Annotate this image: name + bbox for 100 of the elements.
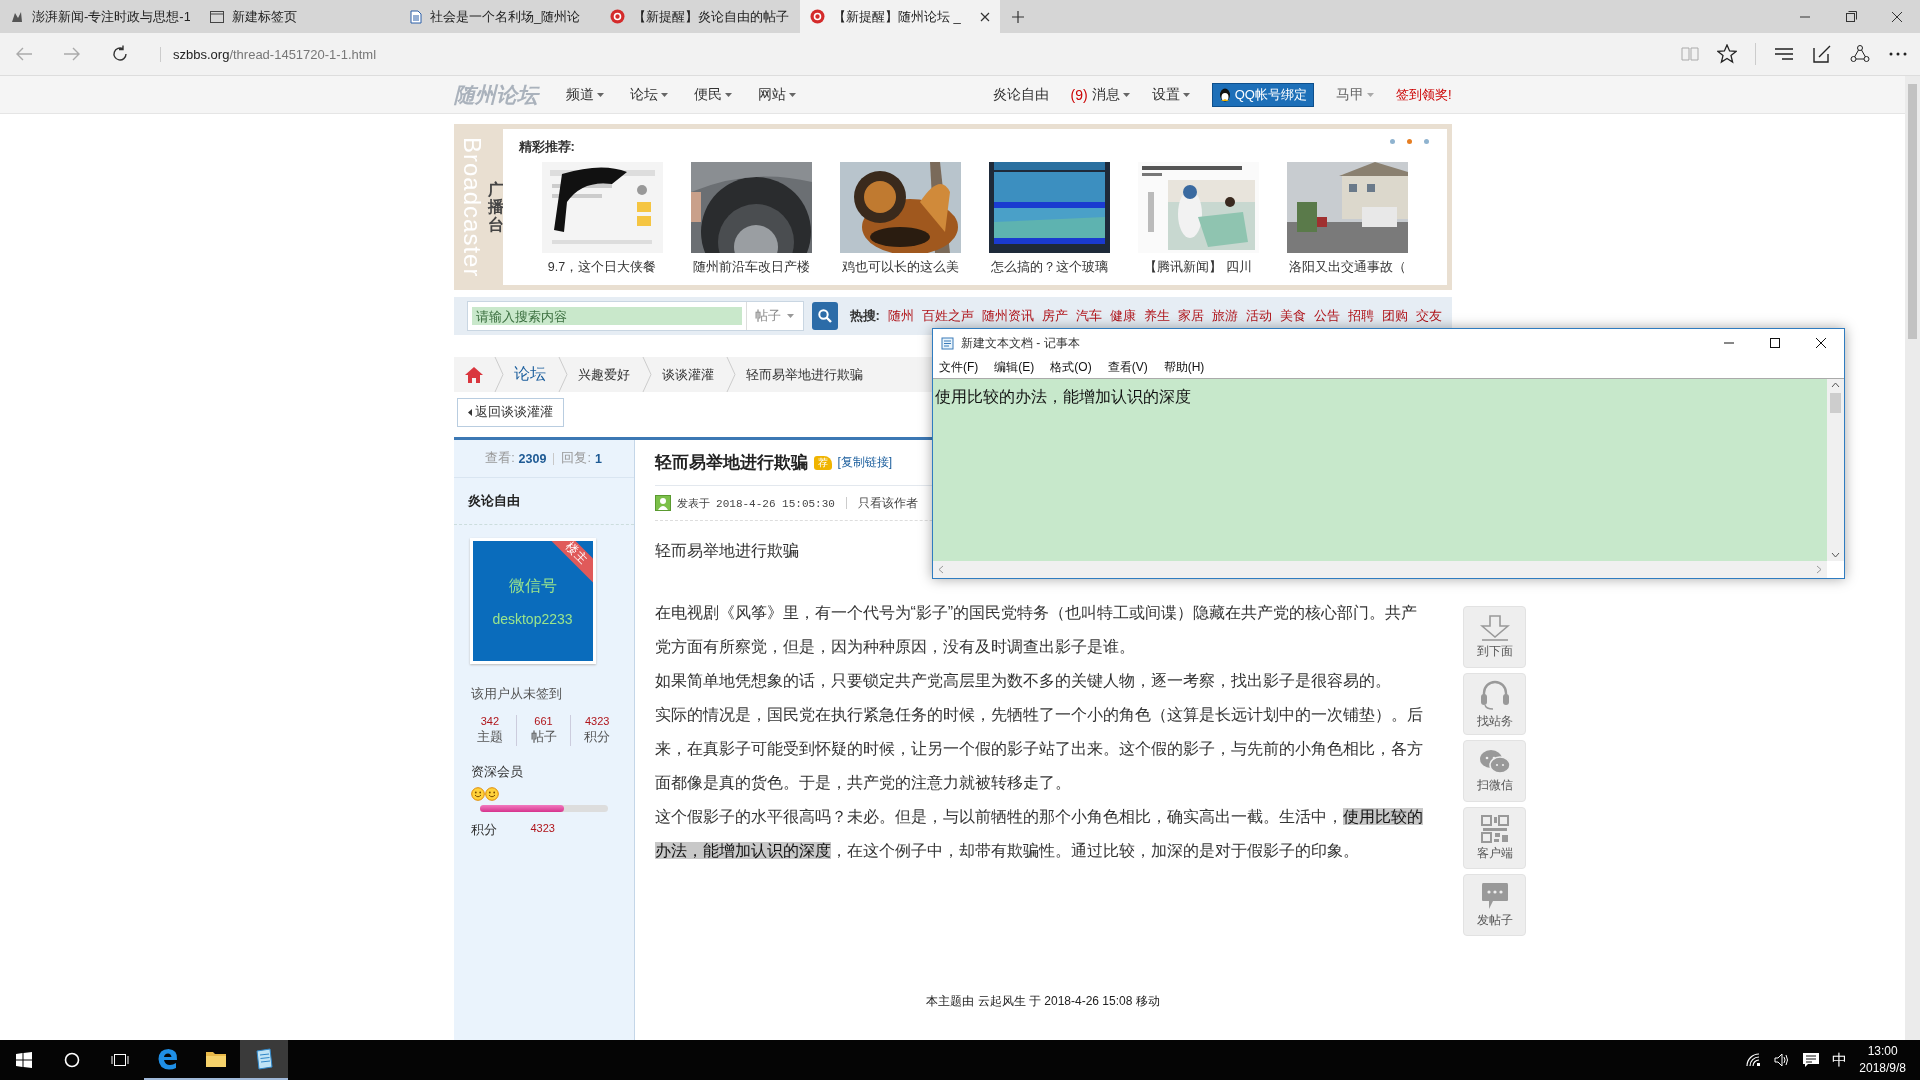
- forum-icon: [810, 9, 825, 24]
- clock-time[interactable]: 13:00: [1867, 1043, 1898, 1060]
- side-tool-button[interactable]: 找站务: [1463, 673, 1526, 735]
- share-icon[interactable]: [1850, 44, 1870, 64]
- hot-search-label: 热搜:: [849, 307, 880, 325]
- wifi-icon[interactable]: [1746, 1053, 1763, 1067]
- more-icon[interactable]: [1888, 51, 1908, 57]
- forum-icon: [610, 9, 625, 24]
- page-scrollbar[interactable]: [1905, 76, 1920, 1040]
- comment-icon: [1480, 881, 1509, 910]
- qq-bind-button[interactable]: QQ帐号绑定: [1211, 82, 1314, 107]
- caret-icon: [1366, 92, 1374, 97]
- address-field[interactable]: szbbs.org/thread-1451720-1-1.html: [160, 46, 377, 62]
- side-tool-button[interactable]: 到下面: [1463, 606, 1526, 668]
- recommend-badge: 荐: [813, 455, 832, 470]
- hot-search-link[interactable]: 随州: [887, 307, 914, 325]
- hot-search-link[interactable]: 养生: [1143, 307, 1170, 325]
- search-button[interactable]: [811, 302, 838, 330]
- post-paragraph: 实际的情况是，国民党在执行紧急任务的时候，先牺牲了一个小的角色（这算是长远计划中的一次铺垫）。后来，在真影子可能受到怀疑的时候，让另一个假的影子站了出来。这个假的影子，与先前的小角色相比，各方面都像是真的货色。于是，共产党的注意力就被转移走了。: [654, 705, 1424, 793]
- item-caption[interactable]: 怎么搞的？这个玻璃: [990, 259, 1108, 276]
- nav-menu[interactable]: 论坛: [629, 85, 668, 104]
- browser-tab[interactable]: 【新提醒】随州论坛 _: [800, 0, 1000, 33]
- smiley-icon: [470, 787, 485, 801]
- author-only-link[interactable]: 只看该作者: [857, 494, 918, 512]
- home-icon[interactable]: [463, 365, 484, 384]
- slide-dot[interactable]: [1423, 139, 1429, 144]
- new-tab-icon[interactable]: [1012, 10, 1024, 23]
- input-method-indicator[interactable]: 中: [1832, 1050, 1848, 1070]
- hot-search-link[interactable]: 百姓之声: [921, 307, 974, 325]
- search-scope-dropdown[interactable]: 帖子: [745, 302, 803, 330]
- item-caption[interactable]: 鸡也可以长的这么美: [841, 259, 959, 276]
- side-tool-button[interactable]: 发帖子: [1463, 874, 1526, 936]
- stat-value[interactable]: 342: [480, 715, 499, 727]
- hot-search-link[interactable]: 随州资讯: [981, 307, 1034, 325]
- menu-item[interactable]: 帮助(H): [1163, 359, 1205, 376]
- avatar-image[interactable]: 微信号 desktop2233 楼主: [472, 541, 593, 661]
- checkin-link[interactable]: 签到领奖!: [1395, 85, 1452, 104]
- breadcrumb-link[interactable]: 谈谈灌灌: [651, 365, 726, 384]
- browser-icon: [157, 1048, 179, 1070]
- menu-item[interactable]: 文件(F): [939, 359, 979, 376]
- slide-dot[interactable]: [1389, 139, 1395, 144]
- search-icon: [817, 309, 832, 323]
- copy-link[interactable]: [复制链接]: [837, 454, 893, 471]
- volume-icon[interactable]: [1774, 1053, 1791, 1067]
- side-tool-button[interactable]: 客户端: [1463, 807, 1526, 869]
- alt-account-menu[interactable]: 马甲: [1335, 85, 1374, 104]
- item-caption[interactable]: 9.7，这个日大侠餐: [547, 259, 657, 276]
- hub-icon[interactable]: [1774, 46, 1794, 62]
- hot-search-link[interactable]: 汽车: [1075, 307, 1102, 325]
- views-label: 查看:: [485, 450, 515, 467]
- menu-item[interactable]: 编辑(E): [994, 359, 1035, 376]
- menu-item[interactable]: 格式(O): [1050, 359, 1092, 376]
- nav-menu[interactable]: 便民: [693, 85, 732, 104]
- username-link[interactable]: 炎论自由: [992, 85, 1049, 104]
- breadcrumb-link[interactable]: 轻而易举地进行欺骗: [735, 365, 875, 384]
- taskbar-button[interactable]: [240, 1040, 288, 1080]
- stat-label: 积分: [584, 729, 611, 746]
- hot-search-link[interactable]: 美食: [1279, 307, 1306, 325]
- slide-dot[interactable]: [1406, 139, 1412, 144]
- search-field[interactable]: 请输入搜索内容: [471, 307, 742, 325]
- text-area[interactable]: 使用比较的办法，能增加认识的深度: [933, 379, 1827, 561]
- hot-search-link[interactable]: 交友: [1415, 307, 1442, 325]
- breadcrumb-link[interactable]: 论坛: [503, 364, 558, 385]
- messages-menu[interactable]: 消息: [1091, 85, 1130, 104]
- hot-search-link[interactable]: 旅游: [1211, 307, 1238, 325]
- avatar-text: desktop2233: [492, 610, 573, 627]
- notification-icon[interactable]: [1802, 1052, 1821, 1068]
- refresh-icon[interactable]: [111, 45, 129, 63]
- side-tool-button[interactable]: 扫微信: [1463, 740, 1526, 802]
- clock-date[interactable]: 2018/9/8: [1859, 1060, 1906, 1077]
- nav-menu[interactable]: 频道: [565, 85, 604, 104]
- star-icon[interactable]: [1717, 44, 1737, 64]
- notepad-icon: [941, 336, 955, 350]
- document-icon: [410, 9, 422, 24]
- stat-value[interactable]: 4323: [584, 715, 610, 727]
- chevron-separator-icon: [641, 357, 652, 392]
- item-caption[interactable]: 洛阳又出交通事故（: [1288, 259, 1406, 276]
- back-button[interactable]: 返回谈谈灌灌: [456, 398, 564, 427]
- author-name[interactable]: 炎论自由: [453, 478, 634, 525]
- hot-search-link[interactable]: 团购: [1381, 307, 1408, 325]
- folder-icon: [205, 1050, 227, 1068]
- item-caption[interactable]: 【腾讯新闻】 四川: [1144, 259, 1252, 276]
- scroll-thumb[interactable]: [1830, 393, 1841, 413]
- avatar-text: 微信号: [508, 575, 557, 596]
- nav-menu[interactable]: 网站: [757, 85, 796, 104]
- page-icon: [210, 10, 224, 23]
- breadcrumb-link[interactable]: 兴趣爱好: [567, 365, 642, 384]
- settings-menu[interactable]: 设置: [1151, 85, 1190, 104]
- item-caption[interactable]: 随州前沿车改日产楼: [692, 259, 810, 276]
- stat-value[interactable]: 661: [534, 715, 553, 727]
- note-pen-icon[interactable]: [1812, 44, 1832, 64]
- hot-search-link[interactable]: 活动: [1245, 307, 1272, 325]
- menu-item[interactable]: 查看(V): [1107, 359, 1148, 376]
- close-icon[interactable]: [980, 11, 990, 22]
- hot-search-link[interactable]: 招聘: [1347, 307, 1374, 325]
- hot-search-link[interactable]: 家居: [1177, 307, 1204, 325]
- hot-search-link[interactable]: 公告: [1313, 307, 1340, 325]
- hot-search-link[interactable]: 健康: [1109, 307, 1136, 325]
- caret-icon: [1122, 92, 1130, 97]
- hot-search-link[interactable]: 房产: [1041, 307, 1068, 325]
